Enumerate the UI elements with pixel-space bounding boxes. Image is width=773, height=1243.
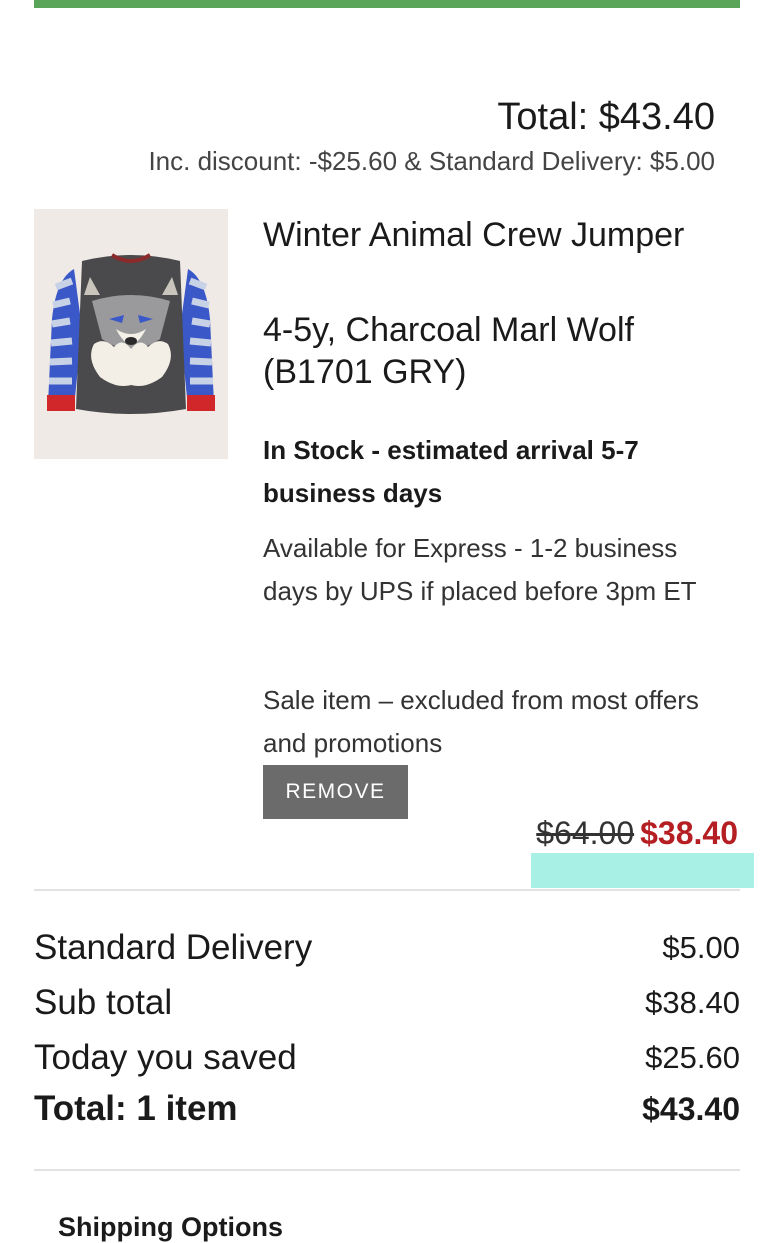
summary-row-saved: Today you saved $25.60 [34,1038,740,1088]
shipping-options-heading[interactable]: Shipping Options [58,1212,283,1243]
product-image[interactable] [34,209,228,459]
summary-label: Standard Delivery [34,928,313,967]
stock-status: In Stock - estimated arrival 5-7 busines… [263,435,639,508]
summary-value: $43.40 [642,1091,740,1127]
divider [34,889,740,891]
summary-value: $5.00 [662,930,740,965]
summary-label: Sub total [34,983,173,1022]
summary-value: $25.60 [645,1040,740,1075]
highlight-marker [531,853,754,888]
summary-row-subtotal: Sub total $38.40 [34,983,740,1033]
item-price: $64.00 $38.40 [536,815,738,852]
summary-value: $38.40 [645,985,740,1020]
sale-item-note: Sale item – excluded from most offers an… [263,685,699,758]
product-variant: 4-5y, Charcoal Marl Wolf (B1701 GRY) [263,311,634,391]
wolf-jumper-icon [34,209,228,459]
discount-summary: Inc. discount: -$25.60 & Standard Delive… [148,146,715,176]
summary-label: Today you saved [34,1038,297,1077]
sale-price: $38.40 [640,815,738,851]
summary-label: Total: 1 item [34,1089,238,1128]
summary-row-total: Total: 1 item $43.40 [34,1089,740,1139]
divider [34,1169,740,1171]
cart-total: Total: $43.40 [497,96,715,138]
summary-row-delivery: Standard Delivery $5.00 [34,928,740,978]
remove-item-button[interactable]: REMOVE [263,765,408,819]
express-availability: Available for Express - 1-2 business day… [263,533,697,606]
original-price: $64.00 [536,815,635,851]
product-title[interactable]: Winter Animal Crew Jumper [263,213,733,257]
checkout-progress-bar [34,0,740,8]
